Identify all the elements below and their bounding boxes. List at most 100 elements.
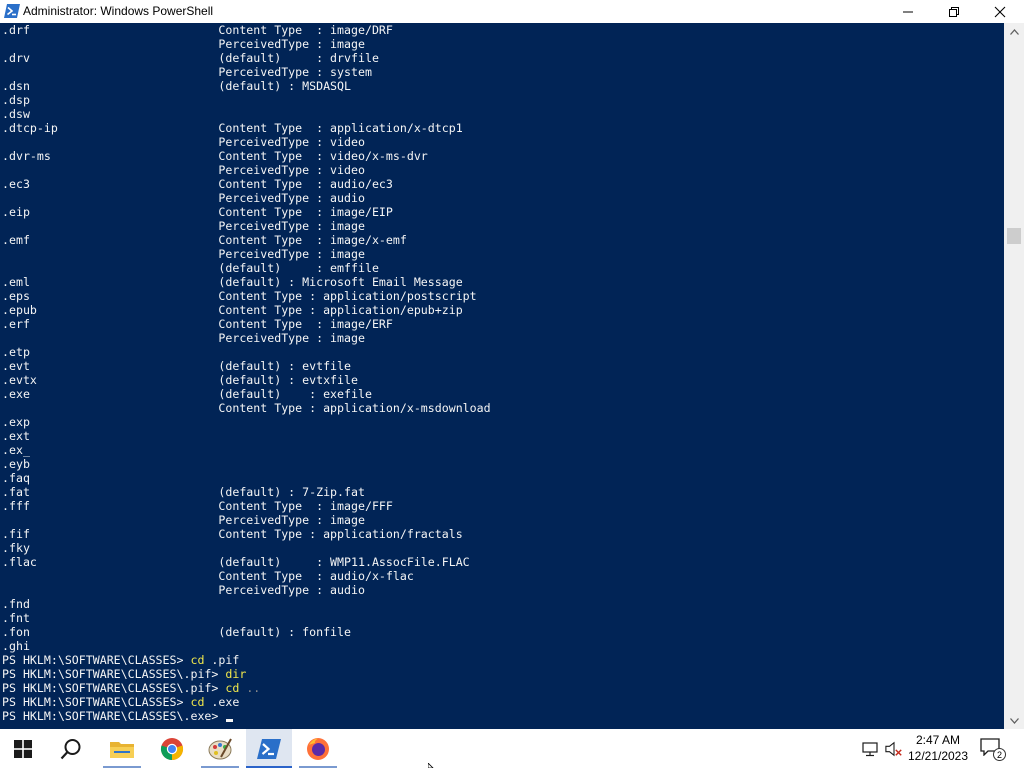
- console-line: .faq: [2, 471, 30, 485]
- prompt-line: PS HKLM:\SOFTWARE\CLASSES\.exe>: [2, 709, 1004, 723]
- console-line: .ex_: [2, 443, 30, 457]
- taskbar-paint[interactable]: [197, 729, 243, 768]
- console-text: .drf Content Type : image/DRF PerceivedT…: [0, 23, 1004, 723]
- console-line: .dtcp-ip Content Type : application/x-dt…: [2, 121, 463, 135]
- console-line: PerceivedType : video: [2, 163, 365, 177]
- folder-icon: [110, 741, 134, 758]
- text-cursor: [226, 719, 234, 722]
- chevron-down-icon: [1009, 717, 1019, 724]
- console-line: .erf Content Type : image/ERF: [2, 317, 393, 331]
- console-line: .fif Content Type : application/fractals: [2, 527, 463, 541]
- scroll-thumb[interactable]: [1007, 228, 1021, 244]
- prompt-command: cd: [225, 681, 240, 695]
- volume-muted-icon: [885, 741, 902, 757]
- console-line: Content Type : application/x-msdownload: [2, 401, 491, 415]
- console-line: .dsp: [2, 93, 30, 107]
- restore-button[interactable]: [931, 0, 977, 23]
- prompt-path: PS HKLM:\SOFTWARE\CLASSES>: [2, 653, 191, 667]
- prompt-command: cd: [190, 653, 205, 667]
- scroll-down-button[interactable]: [1004, 712, 1024, 729]
- vertical-scrollbar[interactable]: [1004, 23, 1024, 729]
- console-line: PerceivedType : image: [2, 37, 365, 51]
- console-line: PerceivedType : system: [2, 65, 372, 79]
- console-line: .exe (default) : exefile: [2, 387, 372, 401]
- console-line: PerceivedType : image: [2, 513, 365, 527]
- notification-count-badge: 2: [993, 748, 1006, 761]
- console-line: .ec3 Content Type : audio/ec3: [2, 177, 393, 191]
- windows-logo-icon: [14, 739, 32, 758]
- taskbar: 2:47 AM 12/21/2023 2: [0, 729, 1024, 768]
- prompt-line: PS HKLM:\SOFTWARE\CLASSES> cd .pif: [2, 653, 1004, 667]
- console-line: .fnt: [2, 611, 30, 625]
- console-line: .eps Content Type : application/postscri…: [2, 289, 477, 303]
- console-line: Content Type : audio/x-flac: [2, 569, 414, 583]
- search-button[interactable]: [48, 729, 94, 768]
- title-bar[interactable]: Administrator: Windows PowerShell: [0, 0, 1024, 23]
- prompt-path: PS HKLM:\SOFTWARE\CLASSES\.exe>: [2, 709, 226, 723]
- console-line: .ghi: [2, 639, 30, 653]
- console-line: .eyb: [2, 457, 30, 471]
- console-line: .eip Content Type : image/EIP: [2, 205, 393, 219]
- prompt-command: dir: [225, 667, 247, 681]
- search-icon: [60, 738, 81, 759]
- minimize-icon: [903, 11, 913, 12]
- console-line: PerceivedType : audio: [2, 583, 365, 597]
- paint-palette-icon: [208, 738, 232, 759]
- minimize-button[interactable]: [885, 0, 931, 23]
- prompt-command: cd: [190, 695, 205, 709]
- clock-date: 12/21/2023: [907, 749, 969, 763]
- console-line: .exp: [2, 415, 30, 429]
- console-line: (default) : emffile: [2, 261, 379, 275]
- console-line: PerceivedType : image: [2, 331, 365, 345]
- console-line: .dsn (default) : MSDASQL: [2, 79, 352, 93]
- console-line: .fky: [2, 541, 30, 555]
- console-output[interactable]: .drf Content Type : image/DRF PerceivedT…: [0, 23, 1004, 729]
- taskbar-chrome[interactable]: [149, 729, 195, 768]
- close-button[interactable]: [977, 0, 1023, 23]
- scroll-up-button[interactable]: [1004, 23, 1024, 40]
- console-line: .fff Content Type : image/FFF: [2, 499, 393, 513]
- console-line: PerceivedType : audio: [2, 191, 365, 205]
- prompt-line: PS HKLM:\SOFTWARE\CLASSES> cd .exe: [2, 695, 1004, 709]
- console-line: .dsw: [2, 107, 30, 121]
- console-line: .emf Content Type : image/x-emf: [2, 233, 407, 247]
- window-title: Administrator: Windows PowerShell: [23, 4, 214, 18]
- restore-icon: [949, 6, 959, 17]
- prompt-path: PS HKLM:\SOFTWARE\CLASSES>: [2, 695, 191, 709]
- console-line: .eml (default) : Microsoft Email Message: [2, 275, 463, 289]
- prompt-line: PS HKLM:\SOFTWARE\CLASSES\.pif> dir: [2, 667, 1004, 681]
- powershell-icon: [4, 4, 20, 18]
- console-line: .epub Content Type : application/epub+zi…: [2, 303, 463, 317]
- console-line: PerceivedType : image: [2, 219, 365, 233]
- console-line: .evt (default) : evtfile: [2, 359, 352, 373]
- console-line: PerceivedType : image: [2, 247, 365, 261]
- prompt-argument: .exe: [204, 695, 240, 709]
- console-line: .fat (default) : 7-Zip.fat: [2, 485, 365, 499]
- console-line: .fnd: [2, 597, 30, 611]
- prompt-argument: ..: [239, 681, 261, 695]
- console-line: .flac (default) : WMP11.AssocFile.FLAC: [2, 555, 470, 569]
- firefox-icon: [307, 737, 329, 760]
- taskbar-powershell[interactable]: [246, 729, 292, 768]
- console-line: .fon (default) : fonfile: [2, 625, 352, 639]
- prompt-argument: .pif: [204, 653, 240, 667]
- prompt-path: PS HKLM:\SOFTWARE\CLASSES\.pif>: [2, 667, 226, 681]
- console-line: .drv (default) : drvfile: [2, 51, 379, 65]
- console-line: .drf Content Type : image/DRF: [2, 23, 393, 37]
- close-icon: [994, 6, 1006, 17]
- network-button[interactable]: [862, 740, 880, 758]
- chrome-icon: [160, 737, 184, 760]
- start-button[interactable]: [0, 729, 46, 768]
- prompt-line: PS HKLM:\SOFTWARE\CLASSES\.pif> cd ..: [2, 681, 1004, 695]
- console-line: .etp: [2, 345, 30, 359]
- notification-center-button[interactable]: 2: [980, 738, 1006, 761]
- console-line: .evtx (default) : evtxfile: [2, 373, 358, 387]
- taskbar-firefox[interactable]: [295, 729, 341, 768]
- network-icon: [862, 742, 878, 757]
- console-line: .dvr-ms Content Type : video/x-ms-dvr: [2, 149, 428, 163]
- taskbar-file-explorer[interactable]: [99, 729, 145, 768]
- taskbar-clock[interactable]: 2:47 AM 12/21/2023: [906, 732, 970, 764]
- console-line: PerceivedType : video: [2, 135, 365, 149]
- mouse-cursor-icon: [428, 763, 434, 768]
- volume-button[interactable]: [885, 740, 903, 758]
